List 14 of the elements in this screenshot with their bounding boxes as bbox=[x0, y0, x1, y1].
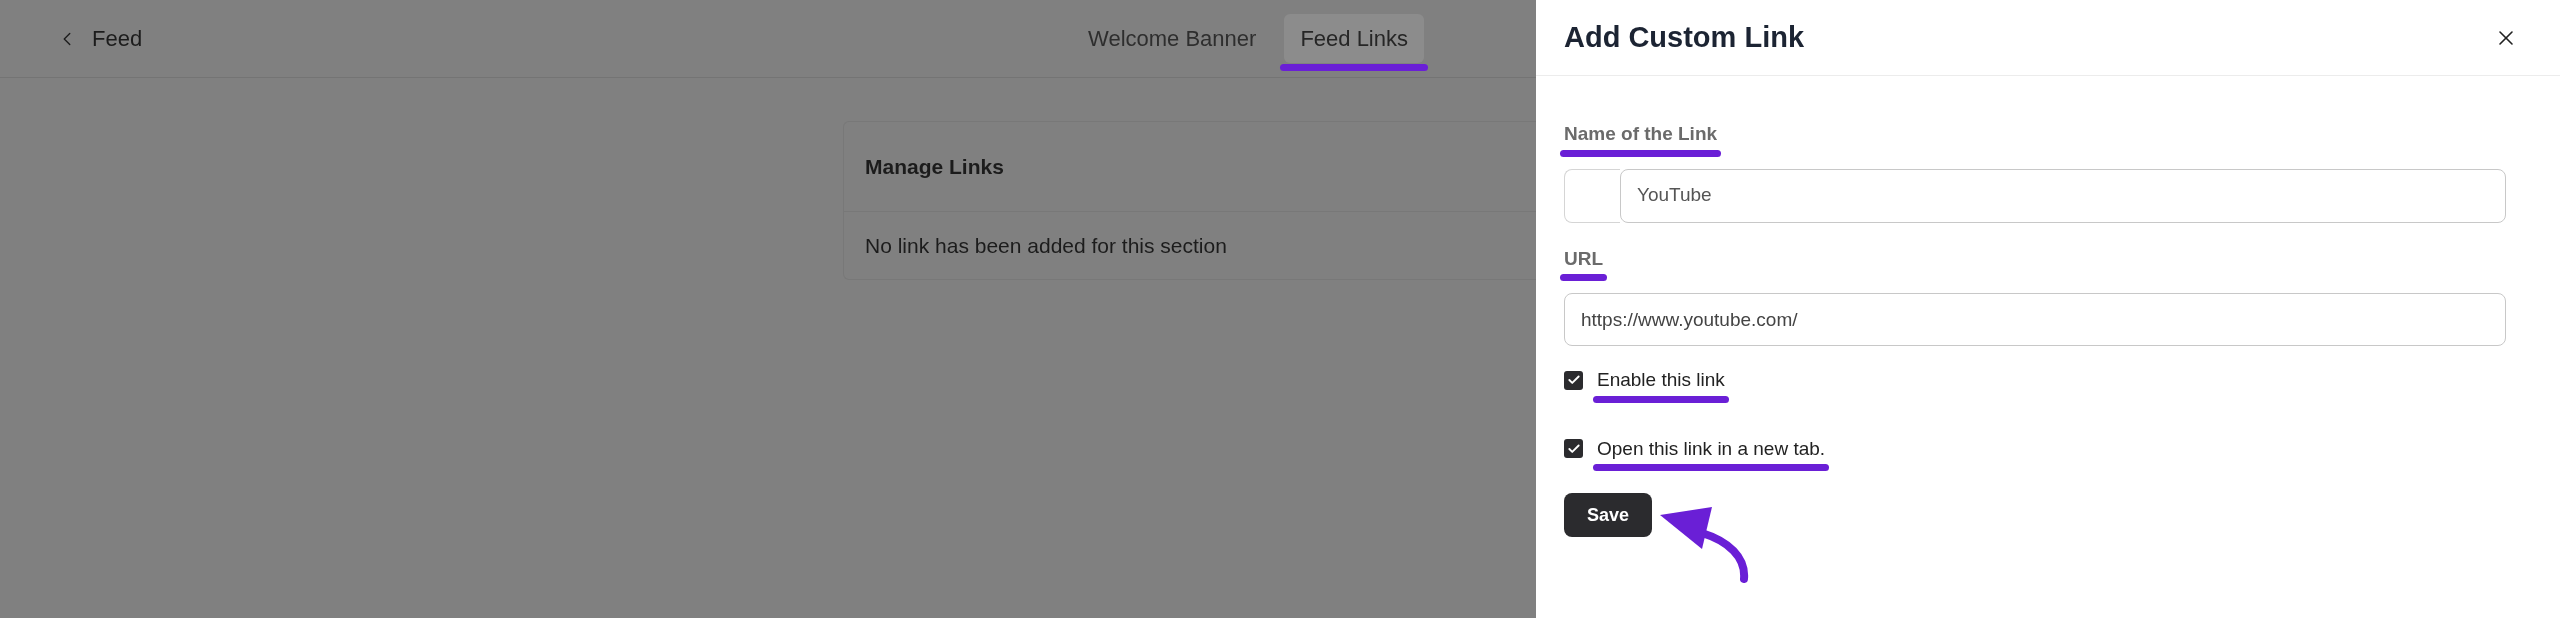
drawer-title: Add Custom Link bbox=[1564, 19, 1805, 55]
save-button[interactable]: Save bbox=[1564, 493, 1652, 537]
empty-message: No link has been added for this section bbox=[865, 232, 1227, 259]
checkbox-label: Open this link in a new tab. bbox=[1597, 437, 1826, 459]
checkbox-label: Enable this link bbox=[1597, 369, 1725, 390]
back-button[interactable]: Feed bbox=[56, 22, 143, 55]
url-input[interactable]: https://www.youtube.com/ bbox=[1564, 293, 2506, 346]
checkbox[interactable] bbox=[1564, 370, 1583, 390]
field-label: URL bbox=[1564, 247, 1604, 269]
link-name-input[interactable]: YouTube bbox=[1620, 168, 2506, 223]
card-title: Manage Links bbox=[865, 153, 1004, 180]
tab[interactable]: Feed Links bbox=[1284, 14, 1424, 63]
field-label: Name of the Link bbox=[1564, 123, 1718, 144]
checkbox[interactable] bbox=[1564, 439, 1583, 459]
